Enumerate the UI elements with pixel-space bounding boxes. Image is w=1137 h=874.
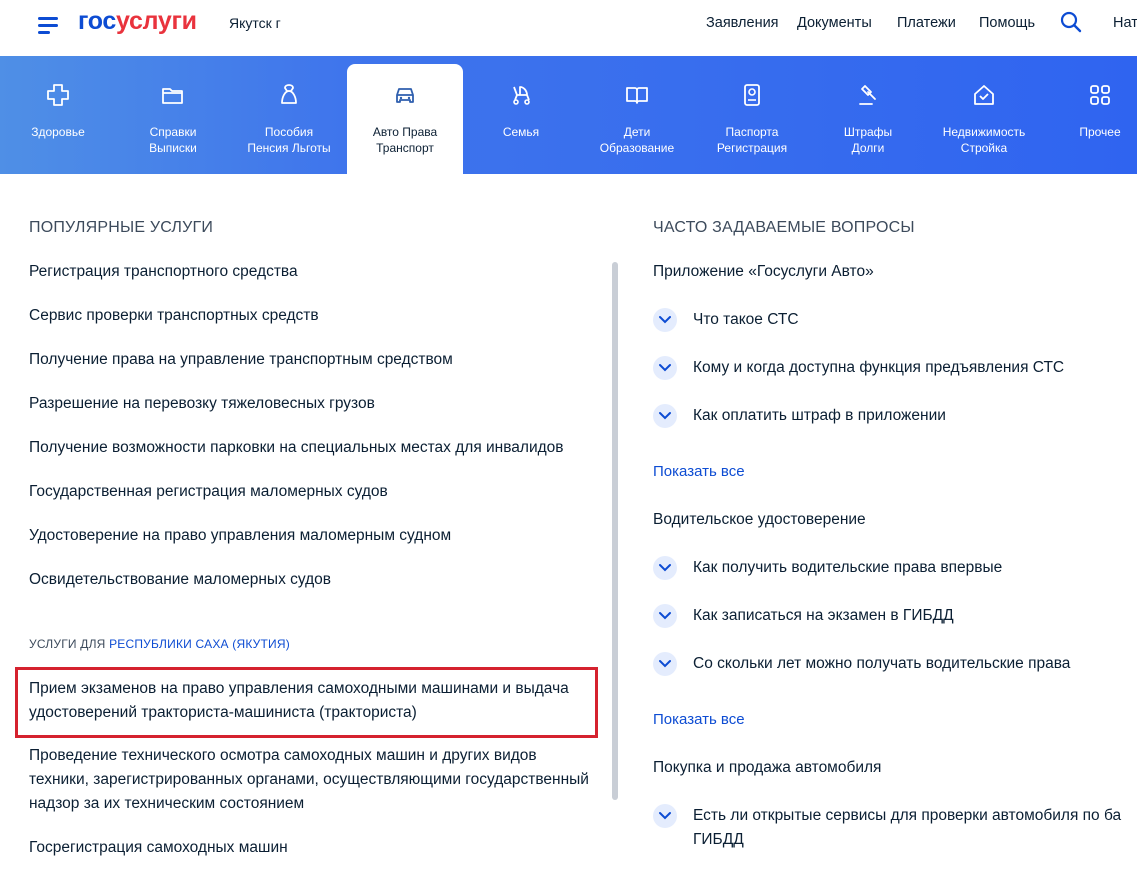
search-icon[interactable] [1059,10,1083,34]
popular-link[interactable]: Получение права на управление транспортн… [29,348,453,372]
grid-icon [1087,82,1113,108]
faq-title: ЧАСТО ЗАДАВАЕМЫЕ ВОПРОСЫ [653,219,915,236]
chevron-down-icon [653,404,677,428]
popular-title: ПОПУЛЯРНЫЕ УСЛУГИ [29,219,214,236]
stroller-icon [508,82,534,108]
category-pasporta[interactable]: Паспорта Регистрация [694,56,810,174]
popular-link[interactable]: Удостоверение на право управления маломе… [29,524,451,548]
house-icon [971,82,997,108]
nav-pomosch[interactable]: Помощь [979,15,1035,31]
show-all-link[interactable]: Показать все [653,711,745,728]
category-band: Здоровье Справки Выписки Пособия Пенсия … [0,56,1137,182]
user-link[interactable]: Нат [1113,15,1137,31]
book-icon [624,82,650,108]
logo[interactable]: госуслуги [78,7,197,36]
category-deti[interactable]: Дети Образование [579,56,695,174]
regional-title: УСЛУГИ ДЛЯ РЕСПУБЛИКИ САХА (ЯКУТИЯ) [29,637,290,651]
top-header: госуслуги Якутск г Заявления Документы П… [0,0,1137,56]
popular-link[interactable]: Государственная регистрация маломерных с… [29,480,388,504]
popular-link[interactable]: Разрешение на перевозку тяжеловесных гру… [29,392,375,416]
chevron-down-icon [653,652,677,676]
passport-icon [739,82,765,108]
category-avto[interactable]: Авто Права Транспорт [347,64,463,182]
nav-zayavleniya[interactable]: Заявления [706,15,779,31]
popular-link[interactable]: Регистрация транспортного средства [29,260,298,284]
category-semya[interactable]: Семья [463,56,579,174]
category-shtrafy[interactable]: Штрафы Долги [810,56,926,174]
faq-group-title[interactable]: Водительское удостоверение [653,511,866,529]
category-spravki[interactable]: Справки Выписки [115,56,231,174]
region-link[interactable]: РЕСПУБЛИКИ САХА (ЯКУТИЯ) [109,637,290,651]
regional-link[interactable]: Прием экзаменов на право управления само… [29,677,594,725]
popular-link[interactable]: Сервис проверки транспортных средств [29,304,319,328]
popular-link[interactable]: Получение возможности парковки на специа… [29,436,564,460]
chevron-down-icon [653,556,677,580]
bag-icon [276,82,302,108]
health-cross-icon [45,82,71,108]
popular-link[interactable]: Освидетельствование маломерных судов [29,568,331,592]
show-all-link[interactable]: Показать все [653,463,745,480]
nav-platezhi[interactable]: Платежи [897,15,956,31]
regional-link[interactable]: Госрегистрация самоходных машин [29,836,594,860]
folder-icon [160,82,186,108]
faq-group-title[interactable]: Приложение «Госуслуги Авто» [653,263,874,281]
category-nedvizhimost[interactable]: Недвижимость Стройка [926,56,1042,174]
chevron-down-icon [653,604,677,628]
category-health[interactable]: Здоровье [0,56,116,174]
category-posobiya[interactable]: Пособия Пенсия Льготы [231,56,347,174]
chevron-down-icon [653,308,677,332]
chevron-down-icon [653,804,677,828]
gavel-icon [855,82,881,108]
scrollbar[interactable] [612,262,618,800]
faq-group-title[interactable]: Покупка и продажа автомобиля [653,759,881,777]
city-selector[interactable]: Якутск г [229,15,281,31]
chevron-down-icon [653,356,677,380]
regional-link[interactable]: Проведение технического осмотра самоходн… [29,744,594,816]
menu-icon[interactable] [38,15,60,34]
category-prochee[interactable]: Прочее [1042,56,1137,174]
nav-dokumenty[interactable]: Документы [797,15,872,31]
car-icon [392,82,418,108]
